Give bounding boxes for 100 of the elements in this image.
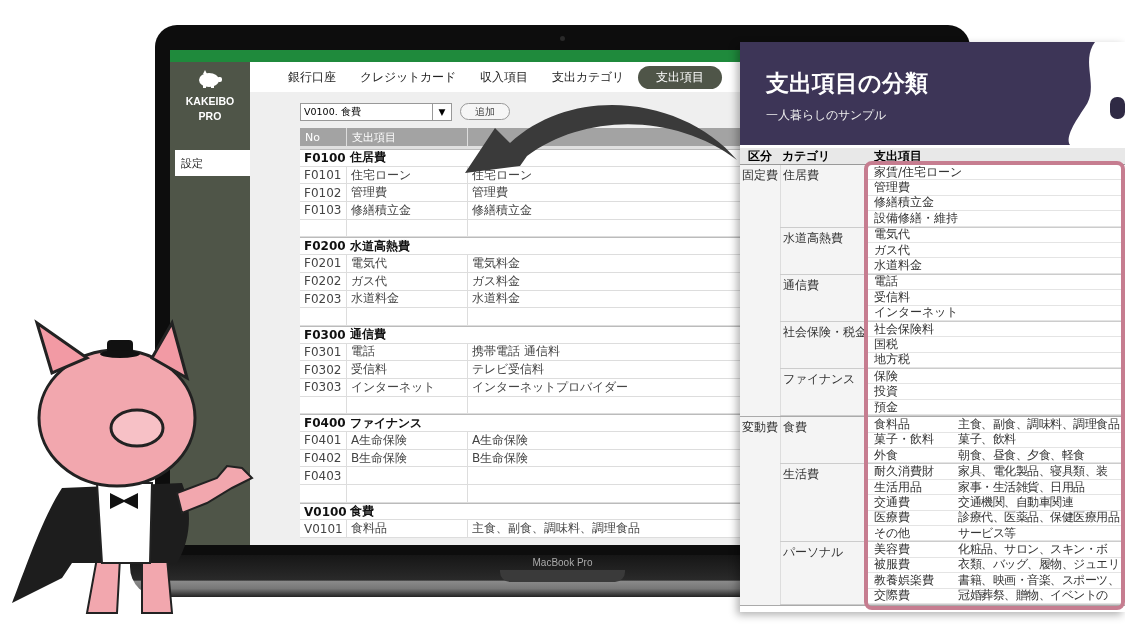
table-cell: 主食、副食、調味料、調理食品 <box>958 416 1119 431</box>
table-cell: 水道料金 <box>351 290 399 308</box>
table-cell: 保険 <box>874 368 898 383</box>
group-name: 住居費 <box>348 150 387 166</box>
table-cell: 住宅ローン <box>351 166 411 184</box>
table-cell: 衣類、バッグ、履物、ジュエリ <box>958 557 1119 572</box>
table-cell: 預金 <box>874 399 898 414</box>
group-code: F0400 <box>303 415 346 431</box>
table-cell: 電話 <box>351 343 375 361</box>
table-cell: 電気代 <box>874 227 910 242</box>
table-cell: 美容費 <box>874 542 910 557</box>
table-cell: 設備修繕・維持 <box>874 210 958 225</box>
add-button[interactable]: 追加 <box>460 103 510 120</box>
table-cell: B生命保険 <box>351 449 408 467</box>
table-cell: 朝食、昼食、夕食、軽食 <box>958 447 1085 462</box>
table-cell-text: F0303 <box>303 379 343 396</box>
table-cell: 社会保険料 <box>874 321 934 336</box>
group-code: F0200 <box>303 238 346 255</box>
table-cell: ガス代 <box>351 272 387 290</box>
camera-dot <box>560 36 565 41</box>
table-cell: 医療費 <box>874 510 910 525</box>
column-header: No <box>304 129 321 146</box>
table-cell: 携帯電話 通信料 <box>472 343 560 361</box>
column-header: 支出項目 <box>873 147 923 165</box>
table-cell: テレビ受信料 <box>472 361 544 379</box>
table-cell: 管理費 <box>351 184 387 202</box>
table-cell-text: V0101 <box>303 520 344 538</box>
table-cell: 教養娯楽費 <box>874 572 934 587</box>
table-cell: 電話 <box>874 274 898 289</box>
column-header: カテゴリ <box>781 147 831 165</box>
table-cell: 被服費 <box>874 557 910 572</box>
table-cell-text: F0102 <box>303 184 343 202</box>
table-cell: 交通費 <box>874 494 910 509</box>
table-cell: 家具、電化製品、寝具類、装 <box>958 464 1108 479</box>
table-cell: B生命保険 <box>472 449 529 467</box>
table-cell-text: F0403 <box>303 467 343 485</box>
table-cell-text: F0302 <box>303 361 343 378</box>
group-name: 水道高熱費 <box>349 238 411 255</box>
nav-tab[interactable]: クレジットカード <box>350 65 466 89</box>
table-cell: A生命保険 <box>472 431 529 449</box>
table-cell: 主食、副食、調味料、調理食品 <box>472 520 640 538</box>
table-cell: 地方税 <box>874 352 910 367</box>
table-cell: その他 <box>874 525 910 540</box>
table-cell-text: 固定費 <box>741 167 779 184</box>
table-cell: 外食 <box>874 447 898 462</box>
group-name: ファイナンス <box>349 415 423 431</box>
nav-tab[interactable]: 支出項目 <box>638 65 722 89</box>
table-cell-text: F0301 <box>303 343 343 361</box>
table-cell: 交際費 <box>874 588 910 603</box>
column-header: 支出項目 <box>346 128 467 146</box>
table-cell: 受信料 <box>874 289 910 304</box>
table-cell: ガス代 <box>874 242 910 257</box>
category-dropdown[interactable]: V0100. 食費 ▼ <box>300 103 452 121</box>
table-cell: 水道料金 <box>472 290 520 308</box>
nav-tab[interactable]: 銀行口座 <box>278 65 346 89</box>
table-cell: 水道料金 <box>874 258 922 273</box>
table-cell: 書籍、映画・音楽、スポーツ、 <box>958 572 1119 587</box>
table-cell: 家賃/住宅ローン <box>874 164 963 179</box>
column-header: 区分 <box>747 147 773 165</box>
table-cell: 化粧品、サロン、スキン・ボ <box>958 542 1108 557</box>
table-cell: 修繕積立金 <box>472 201 532 219</box>
table-cell: サービス等 <box>958 525 1016 540</box>
table-cell: 耐久消費財 <box>874 464 934 479</box>
table-cell: インターネットプロバイダー <box>472 378 628 396</box>
table-cell-text: F0402 <box>303 450 343 467</box>
group-name: 通信費 <box>349 326 387 343</box>
group-code: F0100 <box>303 150 346 166</box>
table-cell-text: F0103 <box>303 202 343 219</box>
table-cell: 受信料 <box>351 361 387 379</box>
table-cell: 交通機関、自動車関連 <box>958 494 1073 509</box>
table-cell-text: F0401 <box>303 432 343 449</box>
table-cell-text: F0202 <box>303 273 343 290</box>
group-code: V0100 <box>303 503 346 520</box>
table-cell: インターネット <box>351 378 435 396</box>
table-cell: 国税 <box>874 337 898 351</box>
table-cell: 管理費 <box>874 180 910 195</box>
table-cell: 管理費 <box>472 184 508 202</box>
table-cell-text: F0201 <box>303 255 343 272</box>
table-cell: A生命保険 <box>351 431 408 449</box>
nav-tab[interactable]: 収入項目 <box>470 65 538 89</box>
table-cell: 診療代、医薬品、保健医療用品 <box>958 510 1119 525</box>
piggy-bank-icon <box>197 70 223 88</box>
table-cell: 修繕積立金 <box>874 195 934 210</box>
group-name: 食費 <box>349 503 375 520</box>
table-cell: 電気代 <box>351 254 387 272</box>
sidebar-item[interactable]: 設定 <box>175 150 250 176</box>
table-cell: 電気料金 <box>472 254 520 272</box>
table-cell-text: F0203 <box>303 290 343 308</box>
document-subtitle: 一人暮らしのサンプル <box>766 107 887 124</box>
table-cell: 菓子、飲料 <box>958 432 1016 447</box>
table-cell: 修繕積立金 <box>351 201 411 219</box>
laptop-label: MacBook Pro <box>532 557 593 568</box>
table-cell-text: 変動費 <box>741 419 779 437</box>
nav-tab[interactable]: 支出カテゴリ <box>542 65 634 89</box>
table-cell: 生活用品 <box>874 479 922 494</box>
table-cell: 食料品 <box>351 520 387 538</box>
table-cell: 家事・生活雑貨、日用品 <box>958 479 1085 494</box>
table-cell: 冠婚葬祭、贈物、イベントの <box>958 588 1108 603</box>
table-cell: 菓子・飲料 <box>874 432 934 447</box>
table-cell: 食料品 <box>874 416 910 431</box>
